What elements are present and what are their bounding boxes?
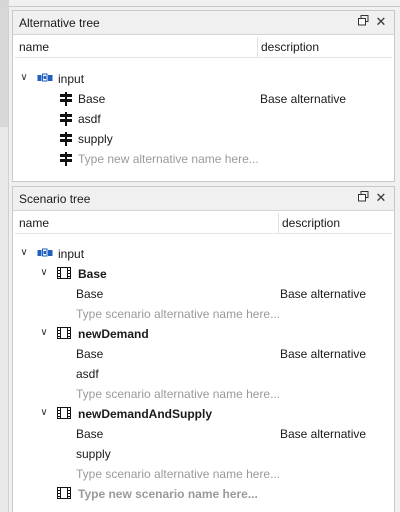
column-header-description[interactable]: description [282, 216, 340, 230]
alternative-name: Base [78, 92, 106, 106]
chevron-down-icon[interactable]: ∨ [19, 71, 29, 85]
column-header-description[interactable]: description [261, 40, 319, 54]
film-strip-icon [57, 267, 73, 281]
database-icon [37, 247, 53, 261]
alternative-row[interactable]: supply [15, 129, 392, 149]
alternative-tree-header: name description [15, 37, 392, 58]
item-description: Base alternative [280, 287, 367, 301]
scenario-alternative-placeholder: Type scenario alternative name here... [76, 467, 281, 481]
scenario-tree-titlebar: Scenario tree ✕ [13, 187, 394, 211]
alternative-tree-title: Alternative tree [19, 16, 100, 30]
chevron-down-icon[interactable]: ∨ [39, 326, 49, 340]
top-divider [9, 6, 400, 7]
scenario-alternative-row[interactable]: asdf [15, 364, 392, 384]
column-separator[interactable] [278, 213, 279, 233]
chevron-down-icon[interactable]: ∨ [19, 246, 29, 260]
scenario-tree-view[interactable]: name description ∨ input ∨ Base Base Base alt… [15, 213, 392, 501]
root-label: input [58, 247, 85, 261]
scenario-name: newDemand [78, 327, 149, 341]
item-description: Base alternative [260, 92, 347, 106]
tree-root-row[interactable]: ∨ input [15, 244, 392, 264]
scenario-alternative-row[interactable]: Base Base alternative [15, 284, 392, 304]
column-header-name[interactable]: name [19, 216, 49, 230]
tree-root-row[interactable]: ∨ input [15, 69, 392, 89]
scenario-alternative-row[interactable]: Base Base alternative [15, 424, 392, 444]
scenario-alternative-name: asdf [76, 367, 99, 381]
float-window-icon[interactable] [356, 191, 370, 205]
close-icon[interactable]: ✕ [374, 15, 388, 29]
float-window-icon[interactable] [356, 15, 370, 29]
scenario-row[interactable]: ∨ Base [15, 264, 392, 284]
new-alternative-placeholder: Type new alternative name here... [78, 152, 259, 166]
signpost-icon [59, 152, 75, 166]
scenario-alternative-row[interactable]: Base Base alternative [15, 344, 392, 364]
alternative-name: asdf [78, 112, 101, 126]
alternative-tree-titlebar: Alternative tree ✕ [13, 11, 394, 35]
chevron-down-icon[interactable]: ∨ [39, 406, 49, 420]
scenario-alternative-row[interactable]: supply [15, 444, 392, 464]
scenario-tree-dock: Scenario tree ✕ name description ∨ input ∨… [12, 186, 395, 512]
signpost-icon [59, 92, 75, 106]
close-icon[interactable]: ✕ [374, 191, 388, 205]
alternative-name: supply [78, 132, 113, 146]
new-scenario-alternative-row[interactable]: Type scenario alternative name here... [15, 304, 392, 324]
new-scenario-placeholder: Type new scenario name here... [78, 487, 258, 501]
scenario-alternative-placeholder: Type scenario alternative name here... [76, 387, 281, 401]
alternative-tree-dock: Alternative tree ✕ name description ∨ inp… [12, 10, 395, 182]
signpost-icon [59, 132, 75, 146]
item-description: Base alternative [280, 347, 367, 361]
signpost-icon [59, 112, 75, 126]
item-description: Base alternative [280, 427, 367, 441]
scenario-row[interactable]: ∨ newDemandAndSupply [15, 404, 392, 424]
new-scenario-row[interactable]: Type new scenario name here... [15, 484, 392, 504]
scenario-alternative-name: Base [76, 347, 104, 361]
chevron-down-icon[interactable]: ∨ [39, 266, 49, 280]
film-strip-icon [57, 487, 73, 501]
alternative-tree-view[interactable]: name description ∨ input Base Base alternat… [15, 37, 392, 166]
column-header-name[interactable]: name [19, 40, 49, 54]
left-edge-rule [8, 9, 9, 512]
scenario-tree-title: Scenario tree [19, 192, 91, 206]
alternative-row[interactable]: asdf [15, 109, 392, 129]
alternative-row[interactable]: Base Base alternative [15, 89, 392, 109]
scenario-alternative-name: Base [76, 427, 104, 441]
new-scenario-alternative-row[interactable]: Type scenario alternative name here... [15, 464, 392, 484]
column-separator[interactable] [257, 37, 258, 57]
scenario-name: newDemandAndSupply [78, 407, 213, 421]
root-label: input [58, 72, 85, 86]
scenario-row[interactable]: ∨ newDemand [15, 324, 392, 344]
new-scenario-alternative-row[interactable]: Type scenario alternative name here... [15, 384, 392, 404]
top-strip [0, 0, 400, 9]
new-alternative-row[interactable]: Type new alternative name here... [15, 149, 392, 169]
scenario-alternative-placeholder: Type scenario alternative name here... [76, 307, 281, 321]
left-panel-edge [0, 9, 9, 512]
database-icon [37, 72, 53, 86]
top-left-shade [0, 0, 9, 9]
film-strip-icon [57, 407, 73, 421]
film-strip-icon [57, 327, 73, 341]
scenario-tree-header: name description [15, 213, 392, 234]
scenario-name: Base [78, 267, 107, 281]
scenario-alternative-name: Base [76, 287, 104, 301]
scenario-alternative-name: supply [76, 447, 111, 461]
